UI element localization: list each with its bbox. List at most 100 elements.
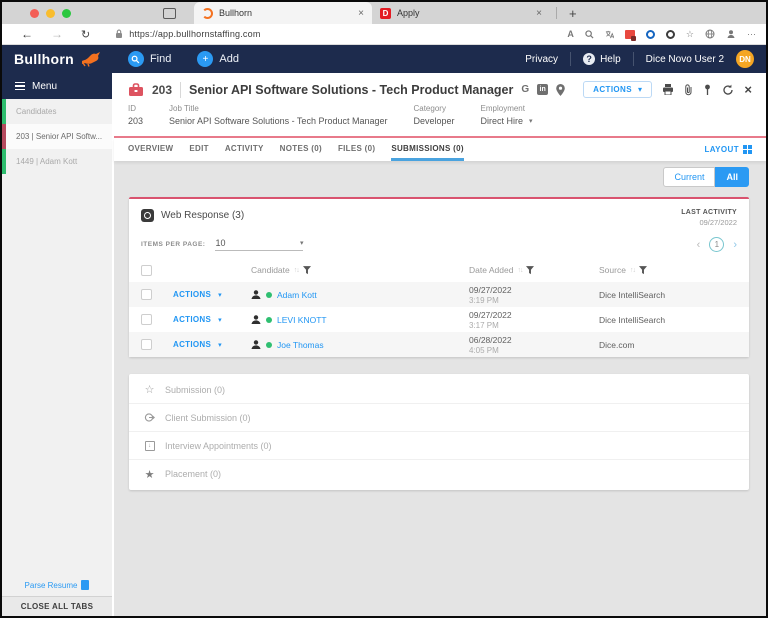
- browser-tab-bullhorn[interactable]: Bullhorn ×: [194, 2, 372, 24]
- bullhorn-favicon-icon: [202, 8, 213, 19]
- close-window-button[interactable]: [30, 9, 39, 18]
- tab-label: Bullhorn: [219, 8, 252, 18]
- date-value: 09/27/2022: [469, 285, 599, 295]
- url-text[interactable]: https://app.bullhornstaffing.com: [129, 29, 260, 39]
- items-per-page-select[interactable]: 10 ▾: [215, 238, 303, 251]
- attachment-icon[interactable]: [684, 84, 693, 96]
- tab-activity[interactable]: ACTIVITY: [225, 138, 264, 161]
- tab-notes[interactable]: NOTES (0): [280, 138, 322, 161]
- reload-icon[interactable]: ↻: [81, 28, 90, 41]
- add-button[interactable]: + Add: [197, 51, 239, 67]
- find-button[interactable]: Find: [128, 51, 171, 67]
- candidate-link[interactable]: Joe Thomas: [277, 340, 324, 350]
- back-icon[interactable]: ←: [21, 27, 33, 41]
- status-dot: [266, 292, 272, 298]
- column-source[interactable]: Source ↑↓: [599, 265, 749, 275]
- more-menu-icon[interactable]: ···: [747, 29, 756, 39]
- map-pin-icon[interactable]: [556, 84, 565, 96]
- new-tab-button[interactable]: +: [563, 6, 583, 21]
- candidate-link[interactable]: Adam Kott: [277, 290, 317, 300]
- forward-icon[interactable]: →: [51, 27, 63, 41]
- tab-overview-icon[interactable]: [163, 8, 176, 19]
- sidebar-item-job-203[interactable]: 203 | Senior API Softw...: [2, 124, 112, 149]
- tab-overview[interactable]: OVERVIEW: [128, 138, 173, 161]
- favorites-star-icon[interactable]: ☆: [686, 29, 694, 40]
- sort-icon[interactable]: ↑↓: [517, 267, 522, 274]
- close-tab-icon[interactable]: ×: [358, 8, 364, 19]
- column-date-added[interactable]: Date Added ↑↓: [469, 265, 599, 275]
- tab-edit[interactable]: EDIT: [189, 138, 208, 161]
- zoom-icon[interactable]: [585, 30, 594, 39]
- help-button[interactable]: ? Help: [583, 53, 621, 65]
- google-search-icon[interactable]: G: [521, 84, 529, 95]
- globe-icon[interactable]: [705, 29, 715, 39]
- record-title: Senior API Software Solutions - Tech Pro…: [189, 83, 513, 97]
- minimize-window-button[interactable]: [46, 9, 55, 18]
- prev-page-button[interactable]: ‹: [697, 239, 701, 251]
- sidebar-item-candidate-1449[interactable]: 1449 | Adam Kott: [2, 149, 112, 174]
- column-candidate[interactable]: Candidate ↑↓: [251, 265, 469, 275]
- dice-favicon-icon: D: [380, 8, 391, 19]
- section-placement[interactable]: ★ Placement (0): [129, 460, 749, 488]
- field-employment[interactable]: Employment Direct Hire ▾: [481, 104, 533, 126]
- tab-submissions[interactable]: SUBMISSIONS (0): [391, 138, 464, 161]
- translate-icon[interactable]: [605, 30, 614, 39]
- pin-tab-icon[interactable]: [703, 84, 712, 96]
- parse-resume-button[interactable]: Parse Resume: [2, 574, 112, 596]
- linkedin-icon[interactable]: in: [537, 84, 548, 95]
- candidate-link[interactable]: LEVI KNOTT: [277, 315, 327, 325]
- row-actions-button[interactable]: ACTIONS ▾: [159, 290, 251, 299]
- actions-label: ACTIONS: [173, 315, 211, 324]
- row-checkbox[interactable]: [141, 289, 152, 300]
- menu-toggle[interactable]: Menu: [2, 73, 112, 99]
- section-client-submission[interactable]: Client Submission (0): [129, 404, 749, 432]
- dice-extension-icon[interactable]: [625, 30, 635, 39]
- avatar[interactable]: DN: [736, 50, 754, 68]
- section-interview-appointments[interactable]: ↓ Interview Appointments (0): [129, 432, 749, 460]
- browser-tab-apply[interactable]: D Apply ×: [372, 2, 550, 24]
- profile-icon[interactable]: [726, 29, 736, 39]
- current-toggle-button[interactable]: Current: [663, 167, 715, 187]
- actions-button[interactable]: ACTIONS ▾: [583, 81, 652, 98]
- help-label: Help: [600, 54, 621, 65]
- close-tab-icon[interactable]: ×: [536, 8, 542, 19]
- section-label: Placement (0): [165, 469, 221, 479]
- source-cell: Dice IntelliSearch: [599, 290, 749, 300]
- submissions-content: Current All Web Response (3) LAST ACTIVI…: [114, 161, 766, 616]
- print-icon[interactable]: [662, 84, 674, 95]
- all-toggle-button[interactable]: All: [715, 167, 749, 187]
- lock-icon[interactable]: [115, 29, 123, 39]
- items-per-page-value: 10: [215, 238, 225, 248]
- refresh-icon[interactable]: [722, 84, 734, 96]
- next-page-button[interactable]: ›: [733, 239, 737, 251]
- close-all-tabs-button[interactable]: CLOSE ALL TABS: [2, 596, 112, 616]
- filter-icon[interactable]: [303, 266, 311, 275]
- maximize-window-button[interactable]: [62, 9, 71, 18]
- filter-icon[interactable]: [526, 266, 534, 275]
- field-id: ID 203: [128, 104, 143, 126]
- row-actions-button[interactable]: ACTIONS ▾: [159, 315, 251, 324]
- row-checkbox[interactable]: [141, 314, 152, 325]
- layout-button[interactable]: LAYOUT: [704, 145, 752, 154]
- page-number[interactable]: 1: [709, 237, 724, 252]
- sidebar-item-candidates[interactable]: Candidates: [2, 99, 112, 124]
- source-cell: Dice.com: [599, 340, 749, 350]
- tab-files[interactable]: FILES (0): [338, 138, 375, 161]
- date-added-cell: 06/28/2022 4:05 PM: [469, 335, 599, 355]
- column-label: Date Added: [469, 265, 513, 275]
- reader-mode-icon[interactable]: A: [567, 29, 574, 39]
- dark-extension-icon[interactable]: [666, 30, 675, 39]
- send-circle-icon: [143, 412, 156, 423]
- select-all-checkbox[interactable]: [141, 265, 152, 276]
- section-submission[interactable]: ☆ Submission (0): [129, 376, 749, 404]
- sort-icon[interactable]: ↑↓: [630, 267, 635, 274]
- blue-extension-icon[interactable]: [646, 30, 655, 39]
- record-header: 203 Senior API Software Solutions - Tech…: [114, 73, 766, 100]
- user-menu[interactable]: Dice Novo User 2: [646, 54, 724, 65]
- filter-icon[interactable]: [639, 266, 647, 275]
- row-checkbox[interactable]: [141, 339, 152, 350]
- close-record-icon[interactable]: ×: [744, 82, 752, 97]
- sort-icon[interactable]: ↑↓: [294, 267, 299, 274]
- row-actions-button[interactable]: ACTIONS ▾: [159, 340, 251, 349]
- privacy-link[interactable]: Privacy: [525, 54, 558, 65]
